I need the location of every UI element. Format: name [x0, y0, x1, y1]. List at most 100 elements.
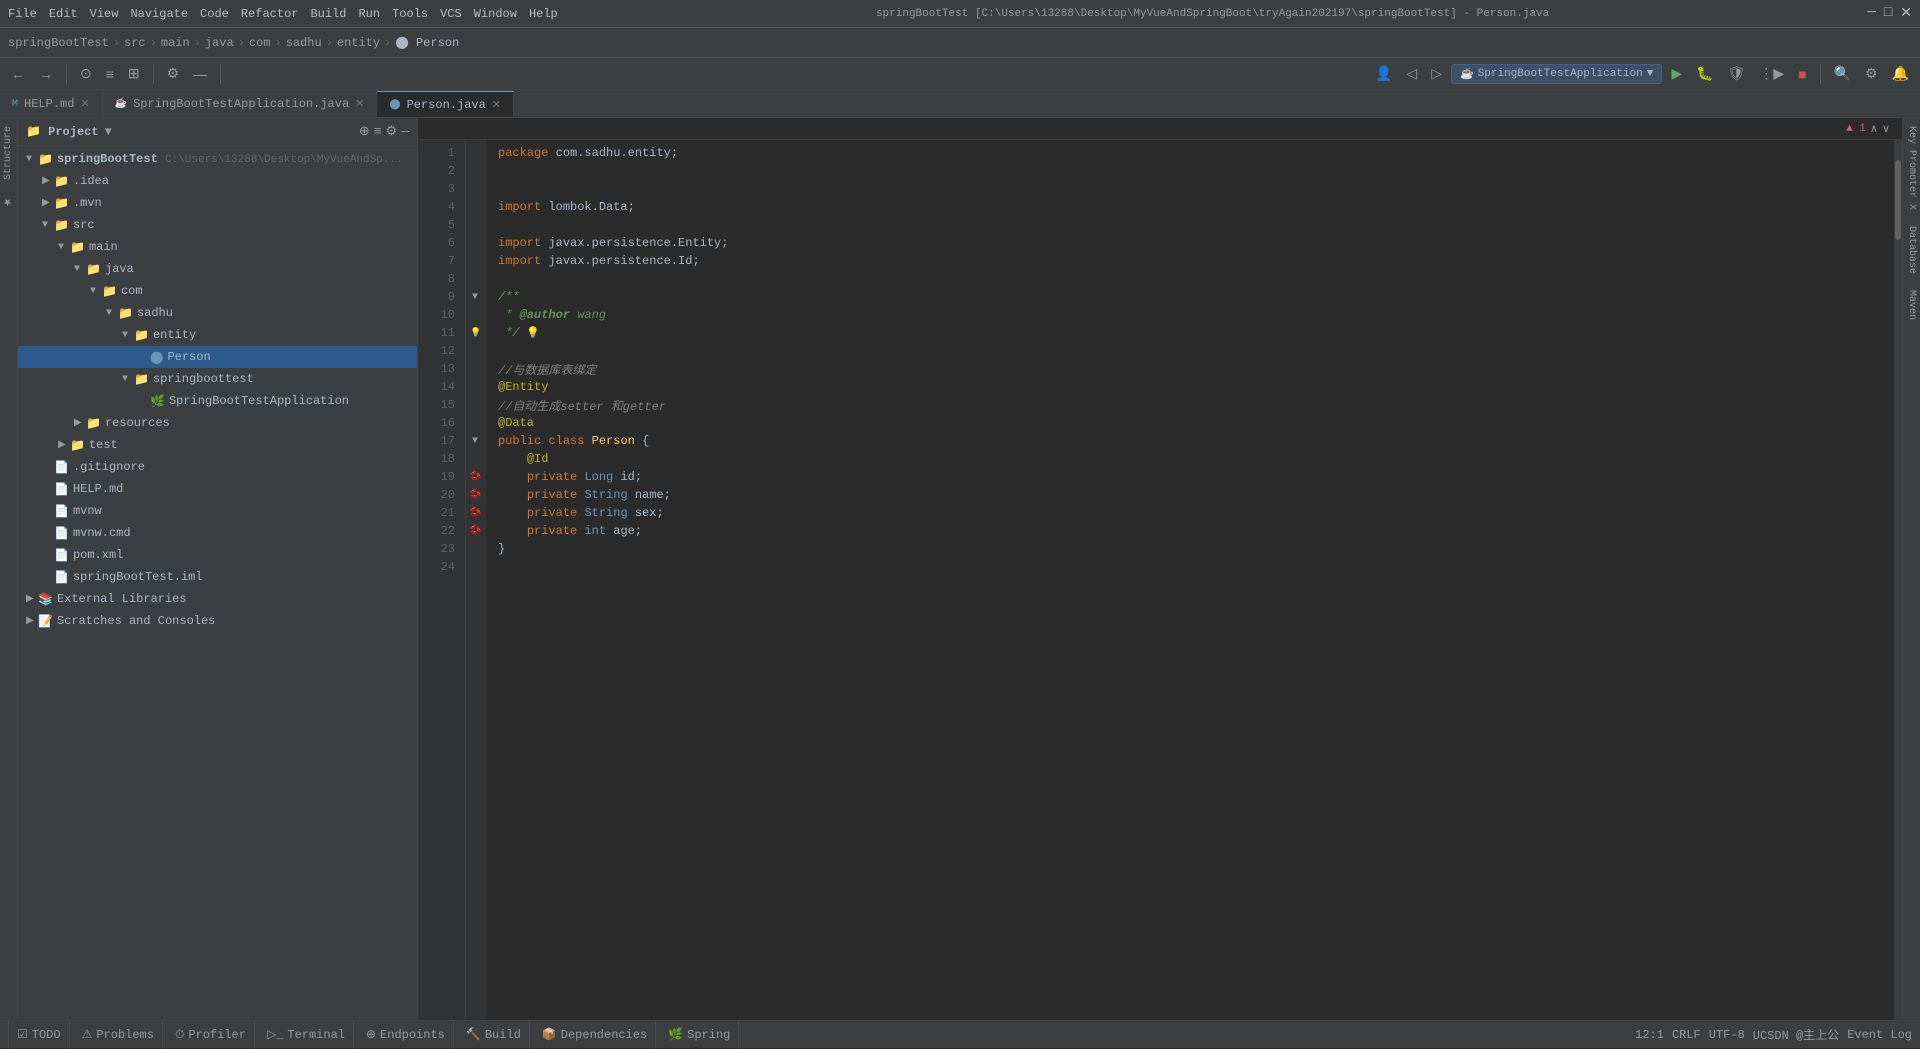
menu-tools[interactable]: Tools: [392, 7, 428, 21]
tree-item-helpmd[interactable]: 📄 HELP.md: [18, 478, 417, 500]
cursor-position[interactable]: 12:1: [1635, 1028, 1664, 1042]
debug-button[interactable]: 🐛: [1691, 63, 1718, 84]
status-build[interactable]: 🔨 Build: [458, 1021, 530, 1049]
tree-item-test[interactable]: ▶ 📁 test: [18, 434, 417, 456]
tree-item-sadhu[interactable]: ▼ 📁 sadhu: [18, 302, 417, 324]
tree-item-resources[interactable]: ▶ 📁 resources: [18, 412, 417, 434]
menu-view[interactable]: View: [90, 7, 119, 21]
bc-project[interactable]: springBootTest: [8, 36, 109, 50]
status-terminal[interactable]: ▷_ Terminal: [259, 1021, 354, 1049]
tree-item-iml[interactable]: 📄 springBootTest.iml: [18, 566, 417, 588]
bc-java[interactable]: java: [205, 36, 234, 50]
menu-window[interactable]: Window: [474, 7, 517, 21]
menu-run[interactable]: Run: [358, 7, 380, 21]
error-nav-down[interactable]: ∨: [1882, 122, 1890, 136]
gutter-19[interactable]: 🫘: [466, 468, 486, 486]
tree-item-src[interactable]: ▼ 📁 src: [18, 214, 417, 236]
menu-build[interactable]: Build: [310, 7, 346, 21]
coverage-button[interactable]: 🛡: [1723, 63, 1751, 84]
bc-src[interactable]: src: [124, 36, 146, 50]
status-dependencies[interactable]: 📦 Dependencies: [534, 1021, 656, 1049]
close-button[interactable]: ✕: [1900, 5, 1912, 22]
status-endpoints[interactable]: ⊕ Endpoints: [358, 1021, 454, 1049]
tree-item-mvn[interactable]: ▶ 📁 .mvn: [18, 192, 417, 214]
charset[interactable]: UTF-8: [1709, 1028, 1745, 1042]
tab-person[interactable]: ⬤ Person.java ✕: [377, 91, 514, 117]
tree-item-pomxml[interactable]: 📄 pom.xml: [18, 544, 417, 566]
toolbar-fwd2-button[interactable]: ▷: [1426, 63, 1447, 84]
status-todo[interactable]: ☑ TODO: [8, 1021, 70, 1049]
favorites-panel-label[interactable]: ★: [3, 196, 14, 207]
toolbar-structure-button[interactable]: ≡: [101, 64, 119, 84]
maximize-button[interactable]: □: [1884, 5, 1892, 22]
toolbar-vcs-button[interactable]: 👤: [1370, 63, 1397, 84]
line-ending[interactable]: CRLF: [1672, 1028, 1701, 1042]
sidebar-settings-icon[interactable]: ⚙: [386, 124, 398, 139]
gutter-20[interactable]: 🫘: [466, 486, 486, 504]
menu-bar[interactable]: File Edit View Navigate Code Refactor Bu…: [8, 7, 558, 21]
run-more-button[interactable]: ⋮▶: [1754, 63, 1789, 84]
maven-label[interactable]: Maven: [1906, 290, 1917, 320]
database-label[interactable]: Database: [1906, 226, 1917, 274]
tree-item-com[interactable]: ▼ 📁 com: [18, 280, 417, 302]
toolbar-settings-button[interactable]: ⚙: [162, 63, 185, 84]
status-spring[interactable]: 🌿 Spring: [660, 1021, 739, 1049]
code-content[interactable]: package com.sadhu.entity; import lombok.…: [486, 140, 1894, 1020]
tab-close-person[interactable]: ✕: [492, 98, 501, 112]
run-config-selector[interactable]: ☕ SpringBootTestApplication ▼: [1451, 64, 1662, 84]
tab-close-help[interactable]: ✕: [80, 97, 89, 111]
stop-button[interactable]: ■: [1793, 64, 1811, 84]
sidebar-scope-icon[interactable]: ⊕: [359, 124, 370, 139]
tab-springbootapp[interactable]: ☕ SpringBootTestApplication.java ✕: [103, 91, 378, 117]
notifications-button[interactable]: 🔔: [1887, 63, 1914, 84]
event-log[interactable]: Event Log: [1847, 1028, 1912, 1042]
run-button[interactable]: ▶: [1666, 63, 1687, 84]
tree-item-springboottest[interactable]: ▼ 📁 springBootTest C:\Users\13288\Deskto…: [18, 148, 417, 170]
bc-person[interactable]: ⬤ Person: [395, 35, 459, 50]
tree-item-java[interactable]: ▼ 📁 java: [18, 258, 417, 280]
gutter-9[interactable]: ▼: [466, 288, 486, 306]
sidebar-dropdown-arrow[interactable]: ▼: [105, 125, 112, 139]
menu-edit[interactable]: Edit: [49, 7, 78, 21]
editor-scrollbar[interactable]: [1894, 140, 1902, 1020]
tree-item-gitignore[interactable]: 📄 .gitignore: [18, 456, 417, 478]
bc-sadhu[interactable]: sadhu: [286, 36, 322, 50]
bc-entity[interactable]: entity: [337, 36, 380, 50]
status-problems[interactable]: ⚠ Problems: [74, 1021, 163, 1049]
tree-item-mvnw[interactable]: 📄 mvnw: [18, 500, 417, 522]
tab-help-md[interactable]: M HELP.md ✕: [0, 91, 103, 117]
tree-item-idea[interactable]: ▶ 📁 .idea: [18, 170, 417, 192]
status-profiler[interactable]: ⏱ Profiler: [167, 1021, 255, 1049]
menu-code[interactable]: Code: [200, 7, 229, 21]
gutter-21[interactable]: 🫘: [466, 504, 486, 522]
tree-item-scratches[interactable]: ▶ 📝 Scratches and Consoles: [18, 610, 417, 632]
gutter-17[interactable]: ▼: [466, 432, 486, 450]
tree-item-springboottest-pkg[interactable]: ▼ 📁 springboottest: [18, 368, 417, 390]
toolbar-recent-button[interactable]: ⊙: [75, 63, 97, 84]
toolbar-project-button[interactable]: ⊞: [123, 63, 145, 84]
tree-item-person[interactable]: ⬤ Person: [18, 346, 417, 368]
toolbar-back-button[interactable]: ←: [6, 64, 30, 84]
gutter-22[interactable]: 🫘: [466, 522, 486, 540]
sidebar-collapse-icon[interactable]: ≡: [374, 124, 382, 139]
sidebar-minimize-icon[interactable]: —: [401, 124, 409, 139]
gutter-11[interactable]: 💡: [466, 324, 486, 342]
toolbar-forward-button[interactable]: →: [34, 64, 58, 84]
toolbar-collapse-button[interactable]: —: [188, 64, 212, 84]
bc-com[interactable]: com: [249, 36, 271, 50]
tree-item-external-libs[interactable]: ▶ 📚 External Libraries: [18, 588, 417, 610]
menu-file[interactable]: File: [8, 7, 37, 21]
menu-refactor[interactable]: Refactor: [241, 7, 299, 21]
menu-help[interactable]: Help: [529, 7, 558, 21]
toolbar-back2-button[interactable]: ◁: [1401, 63, 1422, 84]
tree-item-entity[interactable]: ▼ 📁 entity: [18, 324, 417, 346]
bc-main[interactable]: main: [161, 36, 190, 50]
tab-close-app[interactable]: ✕: [355, 97, 364, 111]
tree-item-sbapp[interactable]: 🌿 SpringBootTestApplication: [18, 390, 417, 412]
key-promoter-label[interactable]: Key Promoter X: [1906, 126, 1917, 210]
minimize-button[interactable]: ─: [1867, 5, 1875, 22]
structure-panel-label[interactable]: Structure: [3, 126, 14, 180]
menu-navigate[interactable]: Navigate: [130, 7, 188, 21]
search-button[interactable]: 🔍: [1829, 63, 1856, 84]
window-controls[interactable]: ─ □ ✕: [1867, 5, 1912, 22]
